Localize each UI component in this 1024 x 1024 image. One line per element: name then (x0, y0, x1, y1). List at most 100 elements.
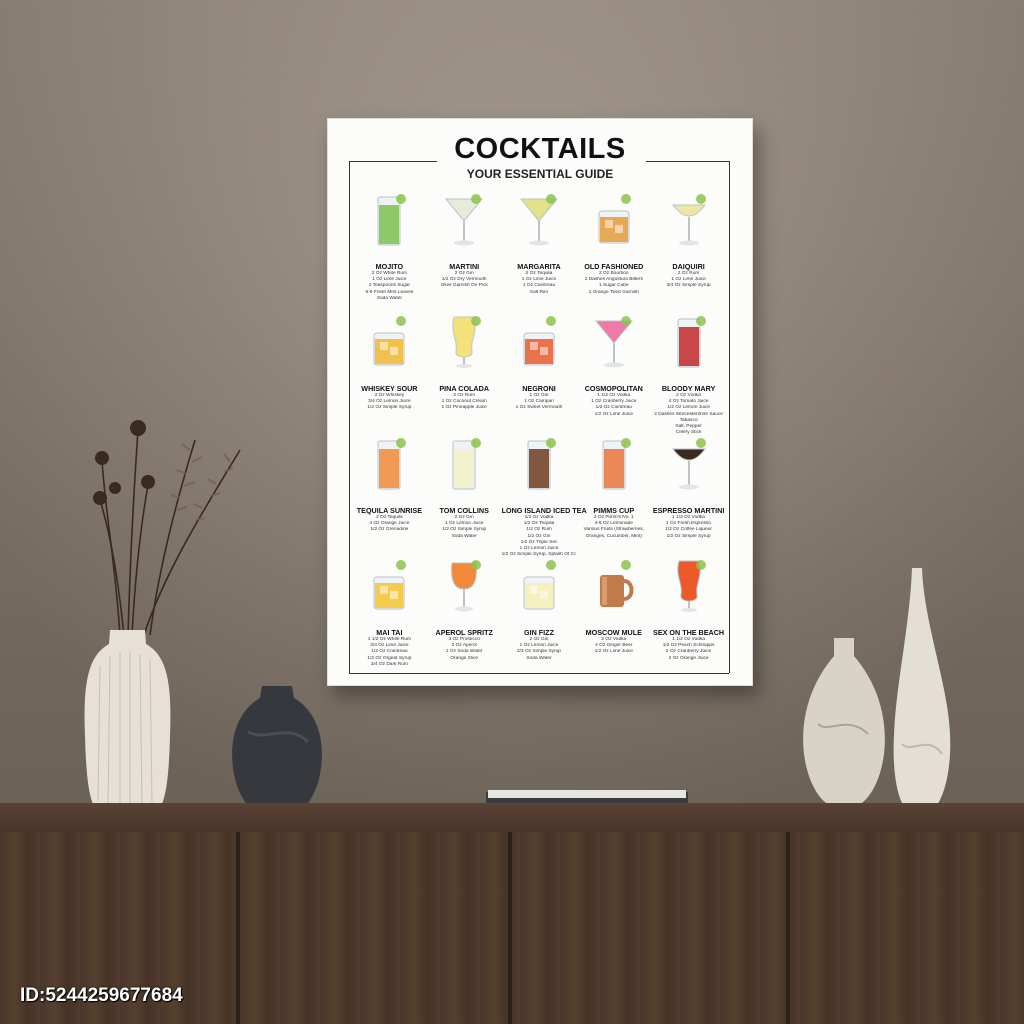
wine-glass-icon (451, 560, 482, 612)
cocktail-row: MAI TAI 1 1/2 Oz White Rum 3/4 Oz Lime Jui… (352, 553, 726, 675)
cocktail-name: MARGARITA (517, 262, 561, 271)
cocktail-card: TEQUILA SUNRISE 2 Oz Tequila 4 Oz Orange J… (352, 431, 427, 553)
martini-glass-icon (519, 194, 559, 246)
cocktail-ingredient: Soda Water (526, 655, 552, 661)
cocktail-ingredient: 2 Dashes Worcestershire Sauce (654, 411, 723, 417)
cocktail-name: BLOODY MARY (661, 384, 716, 393)
cocktail-row: WHISKEY SOUR 2 Oz Whiskey 3/4 Oz Lemon Jui… (352, 309, 726, 435)
cocktail-ingredient: 1/2 Oz Simple Syrup (367, 405, 412, 411)
cocktail-name: SEX ON THE BEACH (653, 628, 725, 637)
cocktail-name: PIMMS CUP (593, 506, 635, 515)
cocktail-name: APEROL SPRITZ (435, 628, 493, 637)
cocktail-card: COSMOPOLITAN 1 1/2 Oz Vodka 1 Oz Cranberry… (576, 309, 651, 431)
cocktail-name: TEQUILA SUNRISE (356, 506, 423, 515)
cocktail-ingredient: 1/2 Oz Lime Juice (594, 649, 633, 655)
cocktail-card: MOJITO 2 Oz White Rum 1 Oz Lime Juice 2 Tea… (352, 187, 427, 309)
cocktail-name: PINA COLADA (439, 384, 490, 393)
cocktail-ingredient: 1 Oz Sweet Vermouth (515, 405, 563, 411)
mug-glass-icon (599, 560, 634, 607)
hurricane-glass-icon (452, 316, 482, 368)
cocktail-ingredient: 1 Orange Twist Garnish (588, 289, 639, 295)
frame-line-top-right (646, 161, 729, 162)
sideboard-door-seam (508, 832, 512, 1024)
sideboard-door-seam (786, 832, 790, 1024)
cocktail-card: TOM COLLINS 2 Oz Gin 1 Oz Lemon Juice 1/2 O… (427, 431, 502, 553)
cocktail-name: TOM COLLINS (439, 506, 489, 515)
cocktail-name: OLD FASHIONED (584, 262, 644, 271)
cocktail-ingredient: Olive Garnish On Pick (440, 283, 488, 289)
cocktail-name: NEGRONI (522, 384, 556, 393)
cocktail-name: MOSCOW MULE (585, 628, 642, 637)
frame-line-right (729, 161, 730, 673)
cocktail-card: LONG ISLAND ICED TEA 1/2 Oz Vodka 1/2 Oz T… (501, 431, 587, 557)
cocktail-card: PIMMS CUP 2 Oz Pimm's No. 1 4-6 Oz Lemonad… (576, 431, 651, 553)
cocktail-card: MAI TAI 1 1/2 Oz White Rum 3/4 Oz Lime Jui… (352, 553, 427, 675)
frame-line-left (349, 161, 350, 673)
dried-plant (93, 420, 241, 636)
cocktail-ingredient: 1/2 Oz Simple Syrup (666, 533, 711, 539)
highball-glass-icon (677, 316, 706, 368)
cocktail-name: GIN FIZZ (524, 628, 554, 637)
coupe-glass-icon (671, 194, 706, 246)
cocktail-card: MOSCOW MULE 2 Oz Vodka 4 Oz Ginger Beer 1/2… (576, 553, 651, 675)
cocktail-card: MARTINI 2 Oz Gin 1/2 Oz Dry Vermouth Olive … (427, 187, 502, 309)
cocktail-name: COSMOPOLITAN (584, 384, 643, 393)
cocktail-row: TEQUILA SUNRISE 2 Oz Tequila 4 Oz Orange J… (352, 431, 726, 557)
cocktail-grid: MOJITO 2 Oz White Rum 1 Oz Lime Juice 2 Tea… (352, 187, 726, 675)
cocktail-ingredient: 1/2 Oz Grenadine (370, 527, 409, 533)
cocktail-row: MOJITO 2 Oz White Rum 1 Oz Lime Juice 2 Tea… (352, 187, 726, 309)
highball-glass-icon (602, 438, 631, 490)
highball-glass-icon (377, 194, 407, 246)
cocktail-ingredient: 3/4 Oz Dark Rum (370, 661, 408, 667)
cocktail-name: DAIQUIRI (672, 262, 705, 271)
cocktail-name: MARTINI (449, 262, 480, 271)
cocktail-ingredient: Soda Water (451, 533, 477, 539)
cocktail-card: MARGARITA 2 Oz Tequila 1 Oz Lime Juice 1 Oz… (502, 187, 577, 309)
coupe-glass-icon (671, 438, 706, 490)
rocks-glass-icon (523, 560, 556, 610)
rocks-glass-icon (373, 560, 407, 610)
poster-subtitle: YOUR ESSENTIAL GUIDE (466, 167, 614, 181)
cocktail-card: ESPRESSO MARTINI 1 1/2 Oz Vodka 1 Oz Fresh… (651, 431, 726, 553)
sideboard-top (0, 803, 1024, 833)
cocktail-name: LONG ISLAND ICED TEA (501, 506, 587, 515)
cocktail-card: PINA COLADA 2 Oz Rum 1 Oz Coconut Cream 1 O… (427, 309, 502, 431)
cocktail-name: ESPRESSO MARTINI (652, 506, 725, 515)
cocktail-card: SEX ON THE BEACH 1 1/2 Oz Vodka 1/2 Oz Pea… (651, 553, 726, 675)
rocks-glass-icon (523, 316, 556, 366)
cocktail-card: WHISKEY SOUR 2 Oz Whiskey 3/4 Oz Lemon Jui… (352, 309, 427, 431)
cocktail-poster: COCKTAILS YOUR ESSENTIAL GUIDE MOJITO 2 O… (327, 118, 753, 686)
dark-stone-vase (232, 686, 322, 817)
cocktail-card: GIN FIZZ 2 Oz Gin 1 Oz Lemon Juice 2/3 Oz S… (502, 553, 577, 675)
cocktail-card: APEROL SPRITZ 3 Oz Prosecco 2 Oz Aperol 1 O… (427, 553, 502, 675)
cocktail-card: BLOODY MARY 2 Oz Vodka 4 Oz Tomato Juice 1/… (651, 309, 726, 435)
rocks-glass-icon (598, 194, 631, 244)
tall-ceramic-vase (893, 568, 951, 810)
cocktail-ingredient: 1/2 Oz Lime Juice (594, 411, 633, 417)
cocktail-ingredient: Soda Water (376, 295, 402, 301)
white-ribbed-vase (84, 630, 171, 808)
martini-glass-icon (594, 316, 633, 368)
cocktail-card: NEGRONI 1 Oz Gin 1 Oz Campari 1 Oz Sweet Ve… (502, 309, 577, 431)
watermark-id: ID:5244259677684 (20, 985, 183, 1006)
highball-glass-icon (452, 438, 482, 490)
round-ceramic-vase (803, 638, 885, 808)
cocktail-name: MOJITO (375, 262, 404, 271)
cocktail-ingredient: Orange Slice (450, 655, 479, 661)
cocktail-ingredient: 3/4 Oz Simple Syrup (666, 283, 711, 289)
sideboard-door-seam (236, 832, 240, 1024)
cocktail-card: OLD FASHIONED 2 Oz Bourbon 2 Dashes Angost… (576, 187, 651, 309)
cocktail-ingredient: 1 Oz Pineapple Juice (441, 405, 487, 411)
cocktail-ingredient: Oranges, Cucumber, Mint) (585, 533, 642, 539)
cocktail-ingredient: Various Fruits (Strawberries, (583, 527, 644, 533)
highball-glass-icon (377, 438, 407, 490)
cocktail-name: MAI TAI (376, 628, 403, 637)
hurricane-glass-icon (676, 560, 706, 612)
cocktail-name: WHISKEY SOUR (361, 384, 418, 393)
cocktail-card: DAIQUIRI 2 Oz Rum 1 Oz Lime Juice 3/4 Oz Si… (651, 187, 726, 309)
highball-glass-icon (527, 438, 556, 490)
cocktail-ingredient: 2 Oz Orange Juice (668, 655, 709, 661)
cocktail-ingredient: Salt Rim (529, 289, 549, 295)
martini-glass-icon (445, 194, 484, 246)
frame-line-top-left (349, 161, 437, 162)
